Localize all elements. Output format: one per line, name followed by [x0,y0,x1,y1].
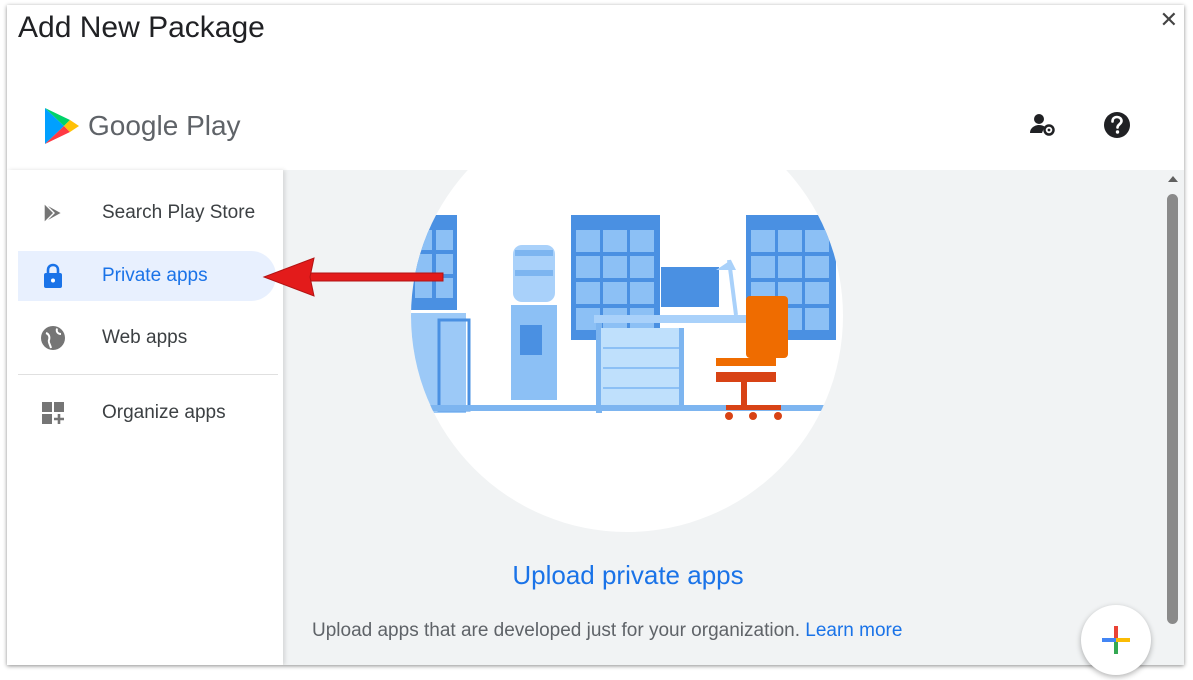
office-illustration [411,170,843,532]
sidebar-item-label: Search Play Store [102,202,256,223]
close-icon[interactable]: ✕ [1160,7,1178,33]
add-package-dialog: Add New Package ✕ Google Play Search Pla… [7,5,1184,665]
upload-description: Upload apps that are developed just for … [312,620,902,642]
sidebar-item-web-apps[interactable]: Web apps [18,313,276,363]
sidebar-item-label: Private apps [102,265,208,286]
scroll-up-arrow-icon[interactable] [1168,176,1178,182]
sidebar-item-label: Organize apps [102,402,226,423]
globe-icon [39,324,67,352]
sidebar-item-private-apps[interactable]: Private apps [18,251,276,301]
admin-settings-icon[interactable] [1028,110,1058,140]
add-app-button[interactable] [1081,605,1151,675]
help-icon[interactable] [1102,110,1132,140]
google-play-header: Google Play [7,80,1184,171]
scrollbar[interactable] [1162,170,1184,665]
organize-icon [39,399,67,427]
dialog-title: Add New Package [18,11,265,44]
upload-description-text: Upload apps that are developed just for … [312,620,800,641]
sidebar-item-label: Web apps [102,327,188,348]
sidebar: Search Play Store Private apps Web apps … [7,170,283,665]
upload-private-apps-title: Upload private apps [512,560,744,590]
play-store-icon [39,199,67,227]
scrollbar-thumb[interactable] [1167,194,1178,624]
learn-more-link[interactable]: Learn more [805,620,902,641]
plus-icon [1102,626,1130,654]
google-play-logo-icon [45,108,79,144]
main-content: Upload private apps Upload apps that are… [283,170,1184,665]
google-play-logo: Google Play [44,107,241,145]
google-play-logo-text: Google Play [88,110,241,141]
red-arrow-annotation [262,257,444,297]
sidebar-item-organize-apps[interactable]: Organize apps [18,388,276,438]
sidebar-item-search-play-store[interactable]: Search Play Store [18,188,276,238]
lock-icon [39,262,67,290]
sidebar-divider [18,374,278,375]
